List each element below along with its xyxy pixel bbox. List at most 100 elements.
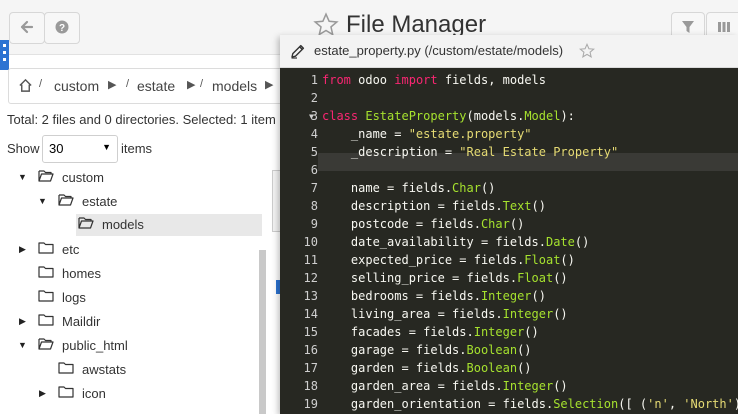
code-line[interactable]: expected_price = fields.Float() (322, 251, 575, 269)
fold-caret-icon[interactable]: ▼ (309, 112, 314, 121)
line-number: 1 (310, 73, 318, 87)
folder-icon (58, 386, 74, 398)
tree-item-homes[interactable]: homes (0, 263, 266, 285)
dialog-header: estate_property.py (/custom/estate/model… (280, 35, 738, 68)
breadcrumb: / custom ▶ / estate ▶ / models ▶ (8, 68, 300, 104)
folder-open-icon (38, 338, 54, 350)
tree-item-label: homes (62, 266, 102, 281)
folder-icon (58, 362, 74, 374)
code-line[interactable]: garden_area = fields.Integer() (322, 377, 568, 395)
line-number: 11 (303, 253, 318, 267)
breadcrumb-item-models[interactable]: models (212, 78, 257, 94)
code-line[interactable]: selling_price = fields.Float() (322, 269, 568, 287)
show-label: Show (7, 141, 40, 156)
funnel-icon (682, 21, 694, 33)
code-editor[interactable]: 1 from odoo import fields, models 2 3 ▼ class… (280, 67, 738, 414)
breadcrumb-item-estate[interactable]: estate (137, 78, 175, 94)
code-line[interactable]: from odoo import fields, models (322, 71, 546, 89)
caret-right-icon[interactable]: ▶ (19, 244, 26, 255)
line-number: 8 (310, 199, 318, 213)
line-number: 5 (310, 145, 318, 159)
directory-tree: ▼ custom ▼ estate models ▶ etc homes log… (0, 166, 266, 414)
line-number: 9 (310, 217, 318, 231)
code-line[interactable]: _name = "estate.property" (322, 125, 532, 143)
line-number: 14 (303, 307, 318, 321)
line-number: 19 (303, 397, 318, 411)
line-number: 15 (303, 325, 318, 339)
line-number: 17 (303, 361, 318, 375)
line-number: 10 (303, 235, 318, 249)
page-size-value: 30 (49, 141, 64, 156)
tree-item-label: etc (62, 242, 80, 257)
caret-down-icon: ▼ (102, 142, 111, 152)
caret-right-icon[interactable]: ▶ (39, 388, 46, 399)
star-icon[interactable] (579, 43, 595, 59)
line-number: 7 (310, 181, 318, 195)
tree-item-label: icon (82, 386, 106, 401)
breadcrumb-item-custom[interactable]: custom (54, 78, 99, 94)
question-icon: ? (55, 20, 69, 34)
line-number: 4 (310, 127, 318, 141)
code-line[interactable]: description = fields.Text() (322, 197, 546, 215)
caret-right-icon[interactable]: ▶ (19, 316, 26, 327)
page-size-select[interactable]: 30 ▼ (42, 135, 118, 163)
chevron-right-icon[interactable]: ▶ (108, 78, 116, 91)
arrow-left-icon (20, 20, 34, 34)
code-line[interactable]: facades = fields.Integer() (322, 323, 539, 341)
tree-item-custom[interactable]: ▼ custom (0, 167, 266, 189)
breadcrumb-separator: / (126, 78, 130, 90)
tree-item-maildir[interactable]: ▶ Maildir (0, 311, 266, 333)
tree-item-logs[interactable]: logs (0, 287, 266, 309)
breadcrumb-separator: / (39, 78, 43, 90)
folder-icon (38, 242, 54, 254)
tree-item-label: custom (62, 170, 104, 185)
code-line[interactable]: name = fields.Char() (322, 179, 496, 197)
caret-down-icon[interactable]: ▼ (38, 196, 47, 206)
code-line[interactable]: garden_orientation = fields.Selection([ … (322, 395, 738, 413)
tree-item-etc[interactable]: ▶ etc (0, 239, 266, 261)
dialog-title: estate_property.py (/custom/estate/model… (314, 43, 564, 58)
tree-item-public-html[interactable]: ▼ public_html (0, 335, 266, 357)
tree-item-label: Maildir (62, 314, 101, 329)
chevron-right-icon[interactable]: ▶ (187, 78, 195, 91)
tree-item-icon[interactable]: ▶ icon (0, 383, 258, 405)
code-line[interactable]: garden = fields.Boolean() (322, 359, 532, 377)
code-line[interactable]: class EstateProperty(models.Model): (322, 107, 575, 125)
tree-item-models[interactable]: models (76, 214, 262, 236)
code-line[interactable]: date_availability = fields.Date() (322, 233, 589, 251)
tree-scrollbar[interactable] (259, 250, 266, 414)
tree-item-awstats[interactable]: awstats (0, 359, 258, 381)
tree-item-label: models (102, 217, 144, 232)
caret-down-icon[interactable]: ▼ (18, 340, 27, 350)
folder-open-icon (78, 217, 94, 229)
line-number: 12 (303, 271, 318, 285)
tree-item-label: public_html (62, 338, 128, 353)
pencil-icon (291, 44, 305, 59)
code-line[interactable]: _description = "Real Estate Property" (322, 143, 618, 161)
line-number: 13 (303, 289, 318, 303)
home-icon[interactable] (18, 78, 33, 93)
items-label: items (121, 141, 153, 156)
folder-icon (38, 290, 54, 302)
line-number: 16 (303, 343, 318, 357)
folder-open-icon (38, 170, 54, 182)
tree-item-estate[interactable]: ▼ estate (0, 191, 266, 213)
side-menu-tab[interactable] (0, 40, 9, 70)
caret-down-icon[interactable]: ▼ (18, 172, 27, 182)
folder-icon (38, 266, 54, 278)
code-line[interactable]: postcode = fields.Char() (322, 215, 524, 233)
columns-icon (718, 22, 730, 32)
code-line[interactable]: garage = fields.Boolean() (322, 341, 532, 359)
tree-item-label: awstats (82, 362, 127, 377)
line-number: 18 (303, 379, 318, 393)
back-button[interactable] (9, 12, 45, 44)
code-line[interactable]: bedrooms = fields.Integer() (322, 287, 546, 305)
chevron-right-icon[interactable]: ▶ (265, 78, 273, 91)
help-button[interactable]: ? (44, 12, 80, 44)
tree-item-label: estate (82, 194, 118, 209)
folder-open-icon (58, 194, 74, 206)
breadcrumb-separator: / (200, 78, 204, 90)
tree-item-label: logs (62, 290, 86, 305)
selection-status: Total: 2 files and 0 directories. Select… (7, 112, 276, 127)
code-line[interactable]: living_area = fields.Integer() (322, 305, 568, 323)
